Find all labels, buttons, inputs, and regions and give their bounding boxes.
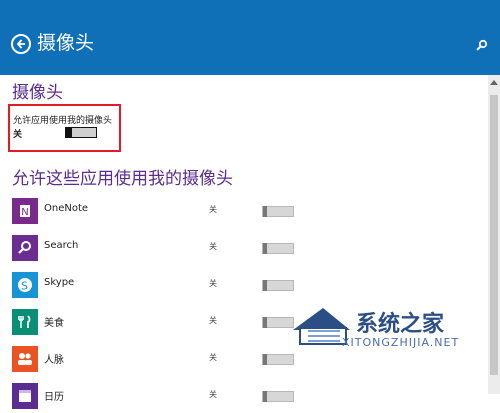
app-name-calendar: 日历 xyxy=(44,392,64,403)
skype-toggle[interactable] xyxy=(262,280,294,291)
watermark-logo: 系统之家 XITONGZHIJIA.NET xyxy=(288,292,494,354)
app-name-food: 美食 xyxy=(44,318,64,329)
toggle-knob xyxy=(263,206,267,217)
search-toggle[interactable] xyxy=(262,243,294,254)
app-state-onenote: 关 xyxy=(209,205,217,214)
onenote-toggle[interactable] xyxy=(262,206,294,217)
food-icon xyxy=(12,309,38,335)
skype-icon: S xyxy=(12,272,38,298)
main-setting-label: 允许应用使用我的摄像头 xyxy=(13,116,113,126)
app-row-onenote: N OneNote 关 xyxy=(12,198,482,228)
onenote-icon: N xyxy=(12,198,38,224)
search-icon[interactable] xyxy=(475,38,489,52)
svg-text:N: N xyxy=(21,207,28,218)
search-app-icon xyxy=(12,235,38,261)
people-toggle[interactable] xyxy=(262,354,294,365)
app-row-calendar: 日历 关 xyxy=(12,383,482,413)
scroll-up-arrow-icon[interactable] xyxy=(490,80,498,85)
watermark-subtext: XITONGZHIJIA.NET xyxy=(342,336,460,349)
app-state-food: 关 xyxy=(209,316,217,325)
app-state-search: 关 xyxy=(209,242,217,251)
camera-section-title: 摄像头 xyxy=(12,83,63,103)
app-state-people: 关 xyxy=(209,353,217,362)
allow-apps-section-title: 允许这些应用使用我的摄像头 xyxy=(12,169,233,189)
toggle-knob xyxy=(263,280,267,291)
app-state-calendar: 关 xyxy=(209,390,217,399)
app-name-people: 人脉 xyxy=(44,355,64,366)
toggle-knob xyxy=(65,127,72,138)
calendar-toggle[interactable] xyxy=(262,391,294,402)
app-name-onenote: OneNote xyxy=(44,203,89,214)
toggle-knob xyxy=(263,354,267,365)
main-camera-toggle[interactable] xyxy=(65,127,97,138)
app-name-search: Search xyxy=(44,240,79,251)
top-header: 摄像头 xyxy=(0,0,500,75)
page-title: 摄像头 xyxy=(37,32,95,54)
app-name-skype: Skype xyxy=(44,277,75,288)
app-row-search: Search 关 xyxy=(12,235,482,265)
toggle-knob xyxy=(263,243,267,254)
svg-text:S: S xyxy=(21,280,28,293)
watermark-text: 系统之家 xyxy=(356,311,445,337)
app-state-skype: 关 xyxy=(209,279,217,288)
people-icon xyxy=(12,346,38,372)
back-icon[interactable] xyxy=(11,34,31,54)
toggle-knob xyxy=(263,317,267,328)
calendar-icon xyxy=(12,383,38,409)
toggle-knob xyxy=(263,391,267,402)
main-setting-state: 关 xyxy=(13,130,23,140)
